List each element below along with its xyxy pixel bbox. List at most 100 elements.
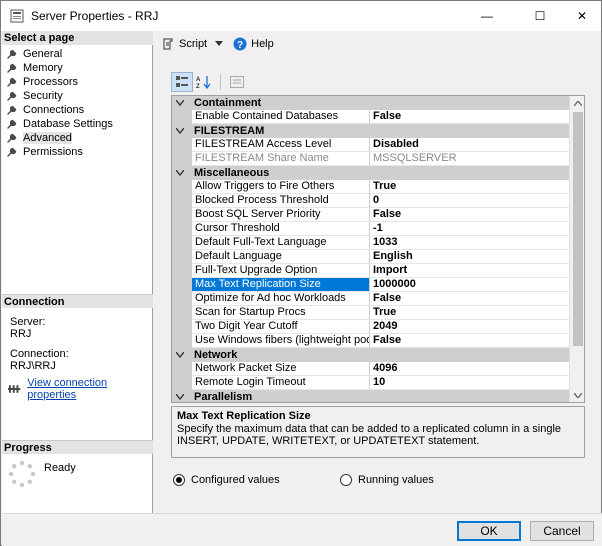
maximize-button[interactable]: ☐ <box>517 1 563 31</box>
page-item-processors[interactable]: Processors <box>6 75 151 89</box>
category-parallelism[interactable]: Parallelism <box>172 390 569 402</box>
page-item-advanced[interactable]: Advanced <box>6 131 151 145</box>
property-name: Default Full-Text Language <box>192 236 370 250</box>
collapse-icon[interactable] <box>172 392 188 402</box>
view-connection-properties-link[interactable]: View connection properties <box>27 377 152 401</box>
property-value[interactable]: Import <box>370 264 569 278</box>
category-miscellaneous[interactable]: Miscellaneous <box>172 166 569 180</box>
page-item-connections[interactable]: Connections <box>6 103 151 117</box>
row-gutter <box>172 138 192 152</box>
property-name: Full-Text Upgrade Option <box>192 264 370 278</box>
property-row[interactable]: Max Text Replication Size 1000000 <box>172 278 569 292</box>
connection-header: Connection <box>2 294 153 308</box>
server-value: RRJ <box>10 328 32 340</box>
category-label: FILESTREAM <box>194 125 265 137</box>
property-row[interactable]: FILESTREAM Access Level Disabled <box>172 138 569 152</box>
property-value[interactable]: Disabled <box>370 138 569 152</box>
chevron-down-icon <box>215 41 224 46</box>
property-row[interactable]: Full-Text Upgrade Option Import <box>172 264 569 278</box>
scroll-down-arrow[interactable] <box>570 388 584 402</box>
running-values-option[interactable]: Running values <box>340 474 434 486</box>
property-value[interactable]: -1 <box>370 222 569 236</box>
property-row[interactable]: Network Packet Size 4096 <box>172 362 569 376</box>
row-gutter <box>172 236 192 250</box>
property-value[interactable]: False <box>370 110 569 124</box>
property-row[interactable]: FILESTREAM Share Name MSSQLSERVER <box>172 152 569 166</box>
configured-values-option[interactable]: Configured values <box>173 474 280 486</box>
property-row[interactable]: Default Full-Text Language 1033 <box>172 236 569 250</box>
collapse-icon[interactable] <box>172 98 188 108</box>
property-name: Remote Login Timeout <box>192 376 370 390</box>
page-item-permissions[interactable]: Permissions <box>6 145 151 159</box>
property-value[interactable]: False <box>370 334 569 348</box>
page-item-memory[interactable]: Memory <box>6 61 151 75</box>
property-value[interactable]: False <box>370 292 569 306</box>
scroll-up-arrow[interactable] <box>570 96 584 110</box>
property-value[interactable]: MSSQLSERVER <box>370 152 569 166</box>
property-row[interactable]: Default Language English <box>172 250 569 264</box>
property-value[interactable]: 2049 <box>370 320 569 334</box>
page-item-security[interactable]: Security <box>6 89 151 103</box>
close-button[interactable]: ✕ <box>559 1 602 31</box>
property-value[interactable]: 0 <box>370 194 569 208</box>
property-name: Boost SQL Server Priority <box>192 208 370 222</box>
collapse-icon[interactable] <box>172 350 188 360</box>
property-value[interactable]: 1000000 <box>370 278 569 292</box>
configured-values-radio[interactable] <box>173 474 185 486</box>
help-button[interactable]: ? Help <box>233 37 274 51</box>
scroll-thumb[interactable] <box>573 112 583 346</box>
category-label: Containment <box>194 97 262 109</box>
property-value[interactable]: 4096 <box>370 362 569 376</box>
script-button[interactable]: Script <box>161 37 207 51</box>
running-values-radio[interactable] <box>340 474 352 486</box>
property-row[interactable]: Blocked Process Threshold 0 <box>172 194 569 208</box>
close-icon: ✕ <box>576 9 588 23</box>
property-row[interactable]: Two Digit Year Cutoff 2049 <box>172 320 569 334</box>
property-row[interactable]: Cursor Threshold -1 <box>172 222 569 236</box>
page-item-label: Processors <box>23 76 79 88</box>
property-value[interactable]: True <box>370 180 569 194</box>
page-item-label: Memory <box>23 62 63 74</box>
categorized-icon <box>176 76 188 87</box>
property-value[interactable]: False <box>370 208 569 222</box>
property-row[interactable]: Optimize for Ad hoc Workloads False <box>172 292 569 306</box>
property-row[interactable]: Remote Login Timeout 10 <box>172 376 569 390</box>
property-value[interactable]: 10 <box>370 376 569 390</box>
collapse-icon[interactable] <box>172 168 188 178</box>
minimize-button[interactable]: — <box>464 1 510 31</box>
page-item-general[interactable]: General <box>6 47 151 61</box>
chevron-up-icon <box>574 100 582 106</box>
property-name: Network Packet Size <box>192 362 370 376</box>
property-row[interactable]: Allow Triggers to Fire Others True <box>172 180 569 194</box>
category-filestream[interactable]: FILESTREAM <box>172 124 569 138</box>
connection-value: RRJ\RRJ <box>10 360 56 372</box>
category-network[interactable]: Network <box>172 348 569 362</box>
connection-icon <box>8 385 21 393</box>
property-value[interactable]: True <box>370 306 569 320</box>
cancel-button[interactable]: Cancel <box>530 521 594 541</box>
row-gutter <box>172 376 192 390</box>
property-row[interactable]: Boost SQL Server Priority False <box>172 208 569 222</box>
ok-button[interactable]: OK <box>457 521 521 541</box>
row-gutter <box>172 264 192 278</box>
property-value[interactable]: English <box>370 250 569 264</box>
categorized-view-button[interactable] <box>171 72 193 92</box>
sort-az-icon: A Z <box>196 76 211 89</box>
configured-values-label: Configured values <box>191 474 280 486</box>
property-row[interactable]: Scan for Startup Procs True <box>172 306 569 320</box>
property-pages-button[interactable] <box>226 72 248 92</box>
category-containment[interactable]: Containment <box>172 96 569 110</box>
property-value[interactable]: 1033 <box>370 236 569 250</box>
property-grid-scrollbar[interactable] <box>569 96 584 402</box>
alphabetical-sort-button[interactable]: A Z <box>193 72 215 92</box>
property-row[interactable]: Enable Contained Databases False <box>172 110 569 124</box>
page-item-database-settings[interactable]: Database Settings <box>6 117 151 131</box>
row-gutter <box>172 334 192 348</box>
property-name: FILESTREAM Access Level <box>192 138 370 152</box>
category-label: Miscellaneous <box>194 167 270 179</box>
property-row[interactable]: Use Windows fibers (lightweight pooling)… <box>172 334 569 348</box>
connection-label: Connection: <box>10 348 69 360</box>
script-dropdown[interactable] <box>215 41 224 47</box>
collapse-icon[interactable] <box>172 126 188 136</box>
row-gutter <box>172 180 192 194</box>
